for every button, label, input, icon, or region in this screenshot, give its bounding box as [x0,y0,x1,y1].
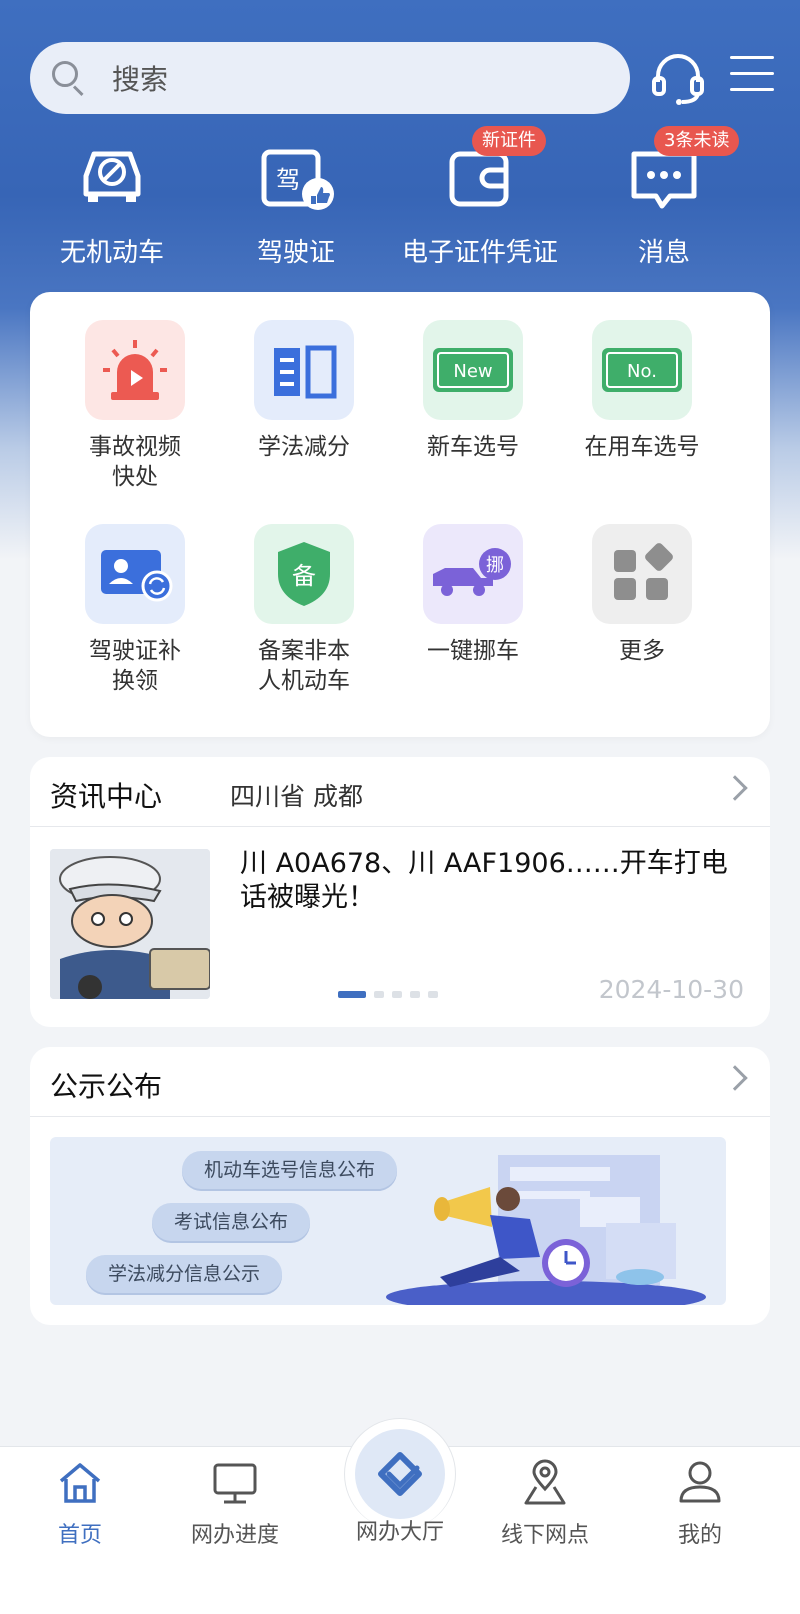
service-used-car-plate[interactable]: No. 在用车选号 [557,320,727,462]
top-bar: 搜索 [30,42,774,114]
hall-handshake-icon [378,1452,422,1496]
search-bar[interactable]: 搜索 [30,42,630,114]
quick-item-label: 电子证件凭证 [401,238,558,268]
carousel-dot [374,991,384,998]
user-icon [675,1457,725,1507]
search-placeholder: 搜索 [112,63,169,96]
search-icon [52,61,86,97]
svg-text:备: 备 [292,562,316,590]
home-icon [55,1457,105,1507]
service-move-car[interactable]: 挪 一键挪车 [388,524,558,666]
service-name: 一键挪车 [427,638,519,664]
service-accident-video[interactable]: 事故视频 快处 [50,320,220,492]
svg-text:No.: No. [627,361,657,382]
headset-icon[interactable] [648,48,708,108]
new-certificate-badge: 新证件 [472,126,546,156]
chevron-right-icon [722,1065,748,1091]
tab-mine[interactable]: 我的 [620,1447,780,1614]
carousel-dot [392,991,402,998]
service-new-car-plate[interactable]: New 新车选号 [388,320,558,462]
tow-truck-icon: 挪 [423,524,523,624]
service-name: 在用车选号 [584,434,700,460]
service-name: 新车选号 [427,434,519,460]
quick-item-e-certificate[interactable]: 新证件 电子证件凭证 [380,126,580,278]
news-headline[interactable]: 川 A0A678、川 AAF1906……开车打电话被曝光！ [240,847,740,915]
monitor-icon [210,1457,260,1507]
news-center-header[interactable]: 资讯中心 四川省 成都 [30,757,770,827]
quick-item-no-vehicle[interactable]: 无机动车 [12,128,212,278]
tab-label: 网办进度 [190,1523,279,1548]
tab-online-hall-label: 网办大厅 [355,1520,444,1545]
news-center-card: 资讯中心 四川省 成都 川 A0A678、川 AAF1906……开车打电话被曝光… [30,757,770,1027]
tab-label: 我的 [677,1523,722,1548]
menu-icon[interactable] [730,56,774,96]
service-name: 事故视频 快处 [89,434,181,490]
publications-card: 公示公布 机动车选号信息公布 考试信息公布 学法减分信息公示 [30,1047,770,1325]
news-date: 2024-10-30 [598,975,744,1004]
carousel-dot-active [338,991,366,998]
publications-banner[interactable]: 机动车选号信息公布 考试信息公布 学法减分信息公示 [50,1137,726,1305]
siren-icon [85,320,185,420]
tab-online-hall[interactable] [355,1429,445,1519]
svg-text:New: New [453,361,492,382]
svg-text:驾: 驾 [276,166,300,194]
service-name: 更多 [619,638,665,664]
book-icon [254,320,354,420]
news-thumbnail-image[interactable] [50,849,210,999]
service-grid: 事故视频 快处 学法减分 New 新车选号 No. 在用车选号 驾驶证补 换领 … [30,292,770,737]
unread-badge: 3条未读 [654,126,740,156]
quick-item-label: 消息 [637,238,690,268]
chevron-right-icon [722,775,748,801]
tab-label: 首页 [57,1523,102,1548]
quick-actions: 无机动车 驾 驾驶证 新证件 电子证件凭证 3条未读 消息 [0,126,800,278]
quick-item-label: 驾驶证 [256,238,335,268]
more-grid-icon [592,524,692,624]
publications-header[interactable]: 公示公布 [30,1047,770,1117]
service-name: 备案非本 人机动车 [258,638,350,694]
tab-progress[interactable]: 网办进度 [155,1447,315,1614]
id-card-swap-icon [85,524,185,624]
carousel-dot [410,991,420,998]
plate-new-icon: New [423,320,523,420]
pub-item-exam-info[interactable]: 考试信息公布 [152,1203,311,1241]
tab-label: 线下网点 [500,1523,589,1548]
service-name: 驾驶证补 换领 [89,638,181,694]
plate-no-icon: No. [592,320,692,420]
service-more[interactable]: 更多 [557,524,727,666]
news-region: 四川省 成都 [230,782,363,811]
carousel-dot [428,991,438,998]
announcement-illustration [386,1155,706,1305]
svg-text:挪: 挪 [486,555,504,576]
pub-item-plate-selection[interactable]: 机动车选号信息公布 [182,1151,398,1189]
publications-title: 公示公布 [50,1070,163,1103]
car-forbidden-icon [72,138,152,218]
tab-offline-outlets[interactable]: 线下网点 [465,1447,625,1614]
shield-record-icon: 备 [254,524,354,624]
service-study-law[interactable]: 学法减分 [219,320,389,462]
news-center-title: 资讯中心 [50,780,163,813]
quick-item-driver-license[interactable]: 驾 驾驶证 [196,128,396,278]
map-pin-icon [520,1457,570,1507]
quick-item-messages[interactable]: 3条未读 消息 [564,126,764,278]
service-record-vehicle[interactable]: 备 备案非本 人机动车 [219,524,389,696]
service-license-renew[interactable]: 驾驶证补 换领 [50,524,220,696]
license-thumb-icon: 驾 [256,138,336,218]
quick-item-label: 无机动车 [59,238,164,268]
service-name: 学法减分 [258,434,350,460]
pub-item-law-study[interactable]: 学法减分信息公示 [86,1255,283,1293]
carousel-indicator [338,991,438,998]
tab-home[interactable]: 首页 [0,1447,160,1614]
